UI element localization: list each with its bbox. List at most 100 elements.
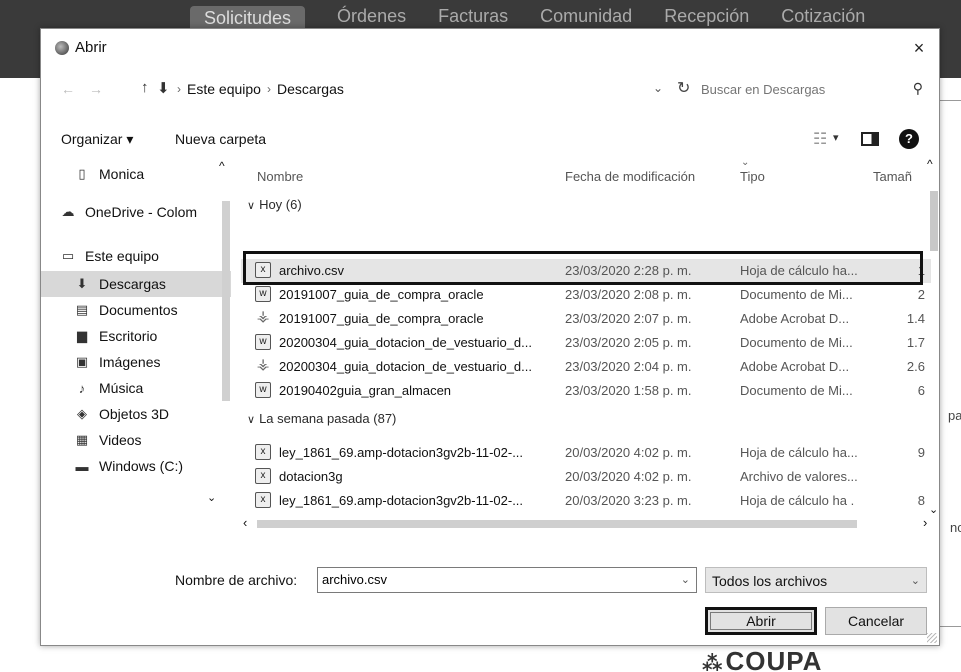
nav-item-label: Windows (C:): [99, 458, 184, 474]
file-name: ley_1861_69.amp-dotacion3gv2b-11-02-...: [279, 445, 524, 460]
scrollbar-thumb[interactable]: [257, 520, 857, 528]
nav-item-musica[interactable]: ♪ Música: [41, 375, 231, 401]
scroll-left-icon[interactable]: ‹: [243, 515, 247, 530]
nav-item-este-equipo[interactable]: ▭ Este equipo: [41, 243, 231, 269]
objects-3d-icon: ◈: [77, 406, 87, 421]
group-label: Hoy (6): [259, 197, 302, 212]
images-icon: ▣: [75, 354, 89, 369]
up-arrow-icon[interactable]: ↑: [141, 79, 149, 96]
file-type: Hoja de cálculo ha...: [740, 445, 858, 460]
chevron-down-icon[interactable]: ⌄: [681, 573, 690, 586]
dialog-title: Abrir: [75, 39, 107, 56]
file-date: 23/03/2020 2:04 p. m.: [565, 359, 692, 374]
dialog-titlebar[interactable]: Abrir ×: [41, 29, 939, 69]
file-list-horizontal-scrollbar[interactable]: [257, 519, 917, 529]
file-row[interactable]: w 20190402guia_gran_almacen 23/03/2020 1…: [241, 379, 931, 403]
file-type: Documento de Mi...: [740, 287, 853, 302]
preview-pane-icon[interactable]: [861, 132, 879, 146]
column-header-size[interactable]: Tamañ: [873, 169, 912, 184]
nav-item-objetos-3d[interactable]: ◈ Objetos 3D: [41, 401, 231, 427]
group-header-today[interactable]: ∨ Hoy (6): [247, 197, 302, 212]
videos-icon: ▦: [75, 432, 89, 447]
file-row[interactable]: ⚶ 20200304_guia_dotacion_de_vestuario_d.…: [241, 355, 931, 379]
view-options-icon[interactable]: ☷: [813, 129, 827, 149]
file-date: 23/03/2020 2:05 p. m.: [565, 335, 692, 350]
column-header-date[interactable]: Fecha de modificación: [565, 169, 695, 184]
word-file-icon: w: [255, 286, 271, 302]
nav-scrollbar[interactable]: [221, 169, 231, 509]
cancel-button[interactable]: Cancelar: [825, 607, 927, 635]
nav-item-monica[interactable]: ▯ Monica: [41, 161, 231, 187]
scrollbar-thumb[interactable]: [222, 201, 230, 401]
coupa-mark-icon: ⁂: [702, 653, 724, 672]
onedrive-icon: ☁: [61, 204, 75, 219]
search-icon[interactable]: ⚲: [913, 80, 923, 97]
group-header-last-week[interactable]: ∨ La semana pasada (87): [247, 411, 396, 426]
scroll-down-icon[interactable]: ⌄: [929, 503, 938, 516]
file-date: 23/03/2020 1:58 p. m.: [565, 383, 692, 398]
scroll-down-icon[interactable]: ⌄: [207, 491, 216, 504]
nav-item-label: Escritorio: [99, 328, 158, 344]
file-date: 23/03/2020 2:07 p. m.: [565, 311, 692, 326]
chevron-down-icon[interactable]: ▾: [833, 131, 839, 144]
column-header-name[interactable]: Nombre: [257, 169, 303, 184]
filename-field[interactable]: ⌄: [317, 567, 697, 593]
file-type: Hoja de cálculo ha .: [740, 493, 855, 508]
nav-item-videos[interactable]: ▦ Videos: [41, 427, 231, 453]
file-type: Documento de Mi...: [740, 335, 853, 350]
filename-input[interactable]: [322, 572, 662, 587]
file-row[interactable]: x ley_1861_69.amp-dotacion3gv2b-11-02-..…: [241, 489, 931, 513]
chevron-down-icon: ∨: [247, 414, 256, 426]
search-box[interactable]: ⚲: [701, 77, 929, 105]
file-list: ⌄ Nombre Fecha de modificación Tipo Tama…: [241, 155, 939, 549]
back-forward-icons[interactable]: ←→: [61, 81, 117, 97]
file-size: 2.6: [906, 359, 925, 374]
file-size: 1.4: [906, 311, 925, 326]
dialog-toolbar: Organizar ▾ Nueva carpeta ☷ ▾ ?: [41, 125, 939, 155]
chevron-down-icon[interactable]: ⌄: [911, 574, 920, 587]
word-file-icon: w: [255, 382, 271, 398]
filetype-select[interactable]: Todos los archivos ⌄: [705, 567, 927, 593]
nav-item-windows-c[interactable]: ▬ Windows (C:): [41, 453, 231, 479]
breadcrumb-este-equipo[interactable]: Este equipo: [187, 81, 261, 97]
refresh-icon[interactable]: ↻: [677, 78, 690, 98]
file-row[interactable]: x ley_1861_69.amp-dotacion3gv2b-11-02-..…: [241, 441, 931, 465]
help-icon[interactable]: ?: [899, 129, 919, 149]
music-icon: ♪: [78, 380, 86, 396]
file-row[interactable]: ⚶ 20191007_guia_de_compra_oracle 23/03/2…: [241, 307, 931, 331]
organize-button[interactable]: Organizar ▾: [61, 131, 133, 148]
column-header-type[interactable]: Tipo: [740, 169, 765, 184]
nav-item-descargas[interactable]: ⬇ Descargas: [41, 271, 231, 297]
close-button[interactable]: ×: [905, 35, 933, 61]
nav-item-onedrive[interactable]: ☁ OneDrive - Colom: [41, 199, 231, 225]
nav-item-imagenes[interactable]: ▣ Imágenes: [41, 349, 231, 375]
resize-grip-icon[interactable]: [927, 633, 937, 643]
nav-item-label: Este equipo: [85, 248, 159, 264]
excel-file-icon: x: [255, 492, 271, 508]
breadcrumb: › Este equipo › Descargas: [177, 81, 344, 97]
file-name: 20191007_guia_de_compra_oracle: [279, 311, 484, 326]
address-bar: ←→ ↑ ⬇ › Este equipo › Descargas ⌄ ↻ ⚲: [41, 75, 939, 107]
new-folder-button[interactable]: Nueva carpeta: [175, 131, 266, 147]
chevron-down-icon[interactable]: ⌄: [653, 81, 663, 95]
nav-item-label: Imágenes: [99, 354, 161, 370]
word-file-icon: w: [255, 334, 271, 350]
breadcrumb-descargas[interactable]: Descargas: [277, 81, 344, 97]
file-row[interactable]: w 20191007_guia_de_compra_oracle 23/03/2…: [241, 283, 931, 307]
file-name: dotacion3g: [279, 469, 343, 484]
nav-item-documentos[interactable]: ▤ Documentos: [41, 297, 231, 323]
file-row[interactable]: x dotacion3g 20/03/2020 4:02 p. m. Archi…: [241, 465, 931, 489]
download-icon: ⬇: [76, 276, 88, 291]
computer-icon: ▭: [61, 248, 75, 263]
open-button[interactable]: Abrir: [705, 607, 817, 635]
file-list-vertical-scrollbar[interactable]: [929, 169, 939, 489]
scrollbar-thumb[interactable]: [930, 191, 938, 251]
nav-item-label: Monica: [99, 166, 145, 182]
selected-file-highlight: [243, 251, 923, 285]
search-input[interactable]: [701, 82, 891, 97]
file-name: 20190402guia_gran_almacen: [279, 383, 452, 398]
nav-item-escritorio[interactable]: ▆ Escritorio: [41, 323, 231, 349]
background-text-fragment: pa: [948, 408, 961, 423]
scroll-right-icon[interactable]: ›: [923, 515, 927, 530]
file-row[interactable]: w 20200304_guia_dotacion_de_vestuario_d.…: [241, 331, 931, 355]
